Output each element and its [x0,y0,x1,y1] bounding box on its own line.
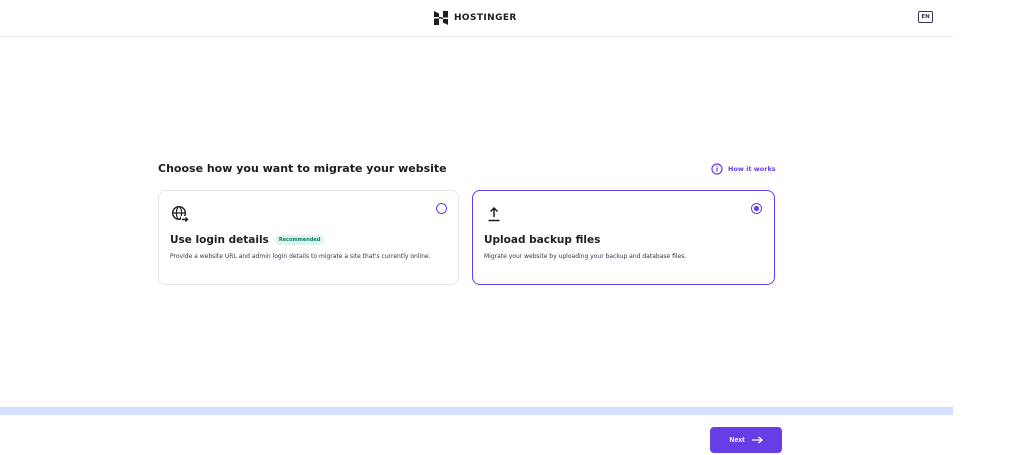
page: HOSTINGER EN Choose how you want to migr… [0,0,953,455]
option-title-row: Use login details Recommended [170,234,325,246]
progress-bar [0,407,953,415]
page-margin [953,0,1024,455]
info-icon [711,163,723,175]
brand-name: HOSTINGER [454,13,517,23]
radio-login-details[interactable] [436,203,447,214]
option-description: Provide a website URL and admin login de… [170,253,431,260]
option-title: Use login details [170,234,269,246]
next-button[interactable]: Next [710,427,782,453]
option-card-login-details[interactable]: Use login details Recommended Provide a … [158,190,459,285]
globe-arrow-icon [171,205,189,223]
recommended-badge: Recommended [274,235,325,245]
option-title: Upload backup files [484,234,601,246]
option-description: Migrate your website by uploading your b… [484,253,687,260]
brand-logo[interactable]: HOSTINGER [433,10,517,26]
page-title: Choose how you want to migrate your webs… [158,162,447,175]
option-card-upload-backup[interactable]: Upload backup files Migrate your website… [472,190,775,285]
upload-icon [488,206,500,222]
radio-upload-backup[interactable] [751,203,762,214]
header: HOSTINGER EN [0,0,953,37]
option-title-row: Upload backup files [484,234,600,246]
how-it-works-link[interactable]: How it works [711,163,776,175]
hostinger-logo-icon [434,11,448,25]
language-selector[interactable]: EN [918,11,933,23]
next-label: Next [729,436,745,444]
how-it-works-label: How it works [728,165,776,173]
arrow-right-icon [751,436,763,444]
